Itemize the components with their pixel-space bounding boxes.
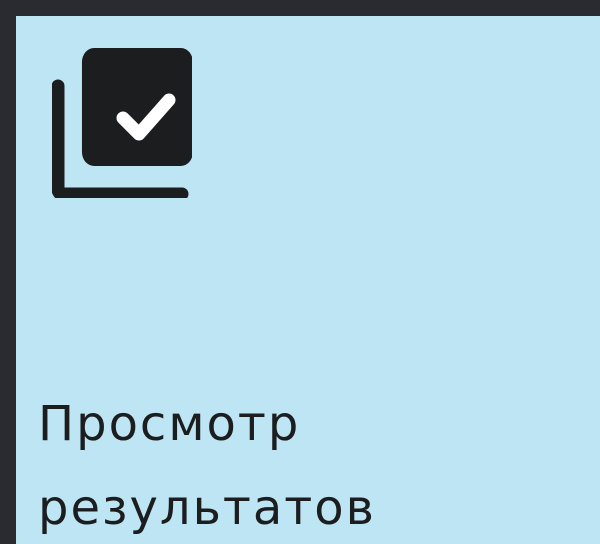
checked-stack-icon [52,48,192,198]
tile-label-line-2: результатов [38,480,376,536]
screen: Просмотр результатов [0,0,600,544]
view-results-tile[interactable]: Просмотр результатов [16,16,600,544]
tile-label: Просмотр результатов [38,382,376,544]
tile-label-line-1: Просмотр [38,396,301,452]
